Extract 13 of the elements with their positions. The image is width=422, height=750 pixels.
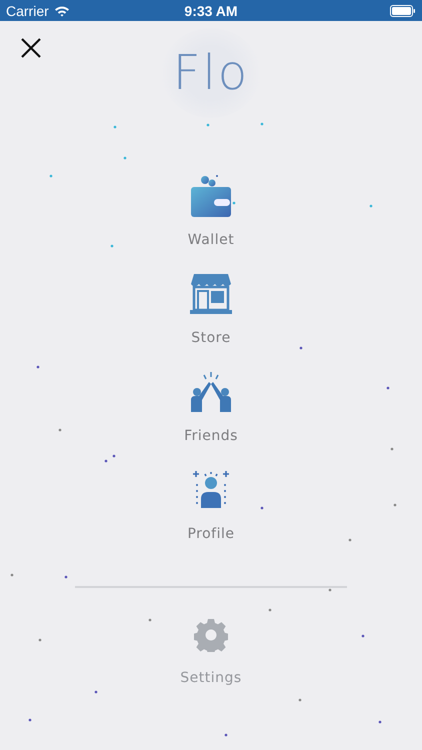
high-five-icon xyxy=(188,370,233,414)
settings-icon xyxy=(194,618,228,652)
menu-item[interactable]: Wallet xyxy=(188,174,234,248)
close-button[interactable] xyxy=(20,37,42,59)
store-icon xyxy=(188,272,233,316)
wallet-icon xyxy=(188,174,233,218)
carrier-label: Carrier xyxy=(6,2,49,18)
wifi-icon xyxy=(54,4,70,16)
menu-item[interactable]: Profile xyxy=(187,468,234,542)
menu-item[interactable]: Friends xyxy=(184,370,238,444)
status-time: 9:33 AM xyxy=(184,2,238,18)
menu-item[interactable]: Store xyxy=(188,272,233,346)
battery-icon xyxy=(390,4,416,16)
